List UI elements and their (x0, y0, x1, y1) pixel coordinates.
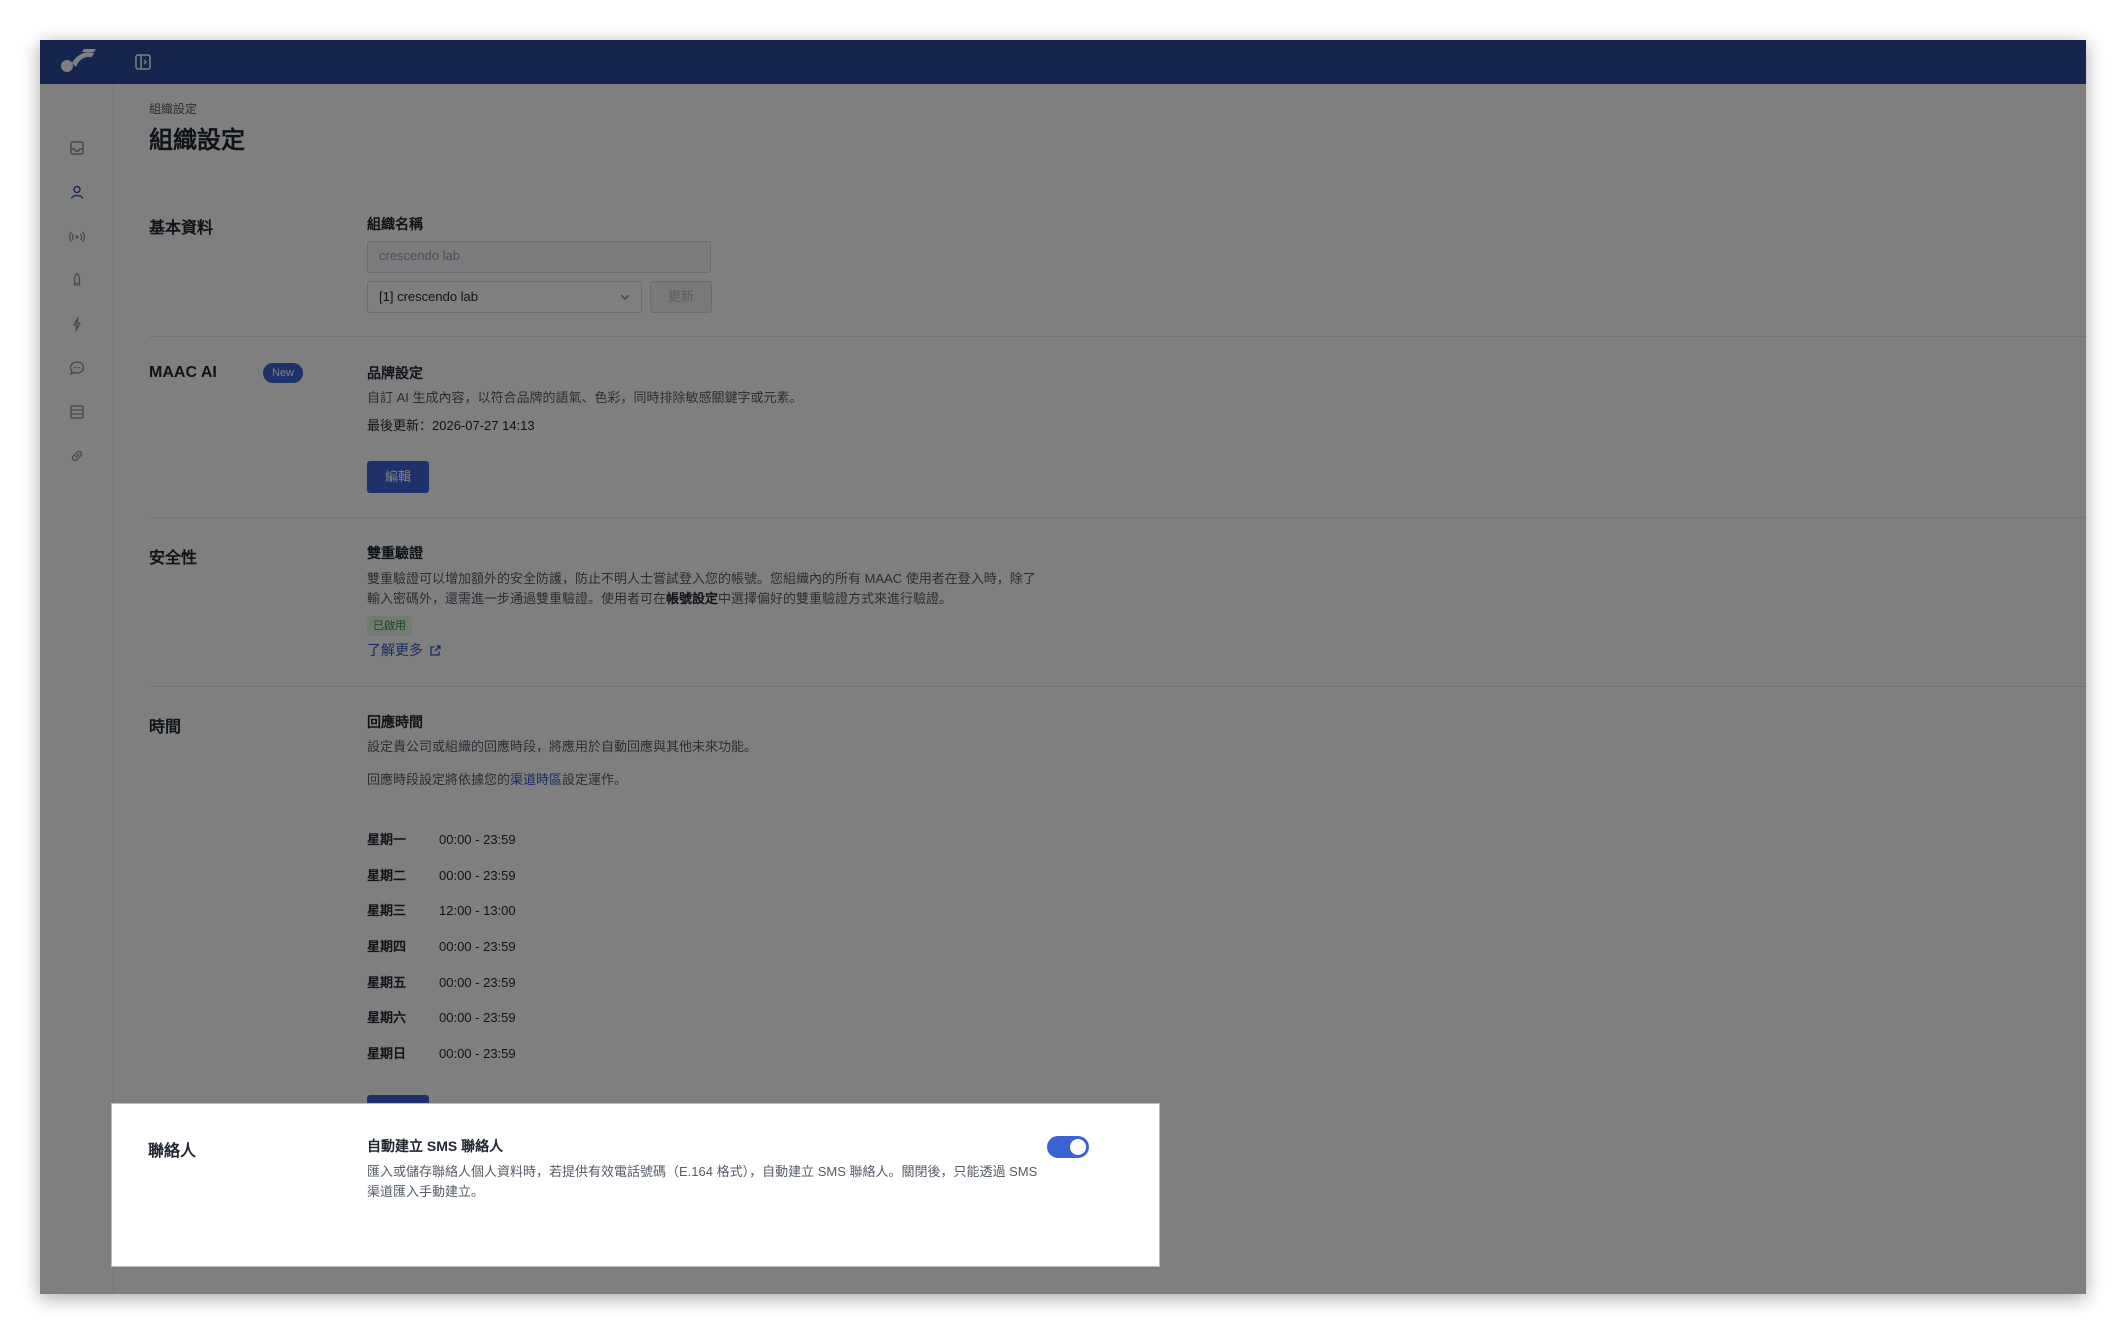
auto-create-sms-title: 自動建立 SMS 聯絡人 (367, 1138, 504, 1154)
hours-row: 星期六 00:00 - 23:59 (367, 1007, 516, 1026)
hours-range: 00:00 - 23:59 (439, 868, 516, 883)
section-security-label: 安全性 (149, 550, 198, 567)
hours-row: 星期二 00:00 - 23:59 (367, 865, 516, 884)
hours-row: 星期三 12:00 - 13:00 (367, 900, 516, 919)
brand-settings-desc: 自訂 AI 生成內容，以符合品牌的語氣、色彩，同時排除敏感關鍵字或元素。 (367, 390, 803, 405)
external-link-icon (430, 644, 441, 656)
status-badge: 已啟用 (367, 616, 412, 636)
section-contacts-label: 聯絡人 (148, 1143, 197, 1160)
hours-day: 星期二 (367, 868, 407, 883)
hours-row: 星期日 00:00 - 23:59 (367, 1043, 516, 1062)
contacts-highlight-panel: 聯絡人 自動建立 SMS 聯絡人 匯入或儲存聯絡人個人資料時，若提供有效電話號碼… (111, 1103, 1160, 1267)
page-title: 組織設定 (149, 127, 245, 154)
hours-row: 星期一 00:00 - 23:59 (367, 829, 516, 848)
two-factor-desc: 雙重驗證可以增加額外的安全防護，防止不明人士嘗試登入您的帳號。您組織內的所有 M… (367, 569, 1107, 609)
section-maac-ai-label: MAAC AI (149, 364, 217, 381)
breadcrumb: 組織設定 (149, 102, 198, 116)
two-factor-desc-line2: 輸入密碼外，還需進一步通過雙重驗證。使用者可在帳號設定中選擇偏好的雙重驗證方式來… (367, 591, 953, 606)
divider (149, 517, 2086, 518)
org-select-value: [1] crescendo lab (379, 289, 479, 304)
hours-day: 星期三 (367, 903, 407, 918)
hours-range: 00:00 - 23:59 (439, 1046, 516, 1061)
link-icon[interactable] (67, 446, 87, 466)
channel-timezone-link[interactable]: 渠道時區 (510, 772, 562, 787)
divider (149, 336, 2086, 337)
hours-day: 星期五 (367, 975, 407, 990)
hours-range: 00:00 - 23:59 (439, 832, 516, 847)
hours-day: 星期一 (367, 832, 407, 847)
plug-icon[interactable] (67, 314, 87, 334)
section-basic-label: 基本資料 (149, 220, 214, 237)
last-updated: 最後更新：2026-07-27 14:13 (367, 418, 535, 433)
response-time-desc: 設定貴公司或組織的回應時段，將應用於自動回應與其他未來功能。 (367, 739, 758, 754)
hours-range: 00:00 - 23:59 (439, 975, 516, 990)
table-icon[interactable] (67, 402, 87, 422)
org-name-title: 組織名稱 (367, 216, 423, 232)
hours-day: 星期六 (367, 1010, 407, 1025)
section-time-label: 時間 (149, 719, 182, 736)
panel-toggle-icon[interactable] (135, 54, 151, 70)
user-icon[interactable] (67, 182, 87, 202)
new-badge: New (263, 363, 304, 383)
chat-icon[interactable] (67, 358, 87, 378)
hours-day: 星期日 (367, 1046, 407, 1061)
edit-brand-button[interactable]: 編輯 (367, 461, 429, 493)
learn-more-label: 了解更多 (367, 642, 423, 658)
account-settings-text: 帳號設定 (666, 591, 719, 606)
hours-row: 星期四 00:00 - 23:59 (367, 936, 516, 955)
brand-settings-title: 品牌設定 (367, 365, 423, 381)
divider (149, 686, 2086, 687)
hours-day: 星期四 (367, 939, 407, 954)
two-factor-desc-line1: 雙重驗證可以增加額外的安全防護，防止不明人士嘗試登入您的帳號。您組織內的所有 M… (367, 571, 1036, 586)
learn-more-link[interactable]: 了解更多 (367, 640, 442, 660)
auto-create-sms-desc: 匯入或儲存聯絡人個人資料時，若提供有效電話號碼（E.164 格式），自動建立 S… (367, 1164, 1038, 1199)
sidebar (40, 84, 114, 1294)
update-button[interactable]: 更新 (650, 281, 712, 313)
brand-logo-icon[interactable] (58, 45, 98, 77)
timezone-desc: 回應時段設定將依據您的渠道時區設定運作。 (367, 772, 628, 787)
chevron-down-icon (620, 294, 630, 300)
org-name-input[interactable]: crescendo lab (367, 241, 711, 273)
org-select[interactable]: [1] crescendo lab (367, 281, 642, 313)
inbox-icon[interactable] (67, 138, 87, 158)
toggle-knob (1070, 1139, 1086, 1155)
broadcast-icon[interactable] (67, 226, 87, 246)
top-bar (40, 40, 2086, 84)
hours-range: 00:00 - 23:59 (439, 1010, 516, 1025)
response-time-title: 回應時間 (367, 714, 423, 730)
auto-create-sms-toggle[interactable] (1047, 1136, 1089, 1158)
hours-range: 12:00 - 13:00 (439, 903, 516, 918)
hours-range: 00:00 - 23:59 (439, 939, 516, 954)
two-factor-title: 雙重驗證 (367, 545, 423, 561)
hours-row: 星期五 00:00 - 23:59 (367, 972, 516, 991)
rocket-icon[interactable] (67, 270, 87, 290)
